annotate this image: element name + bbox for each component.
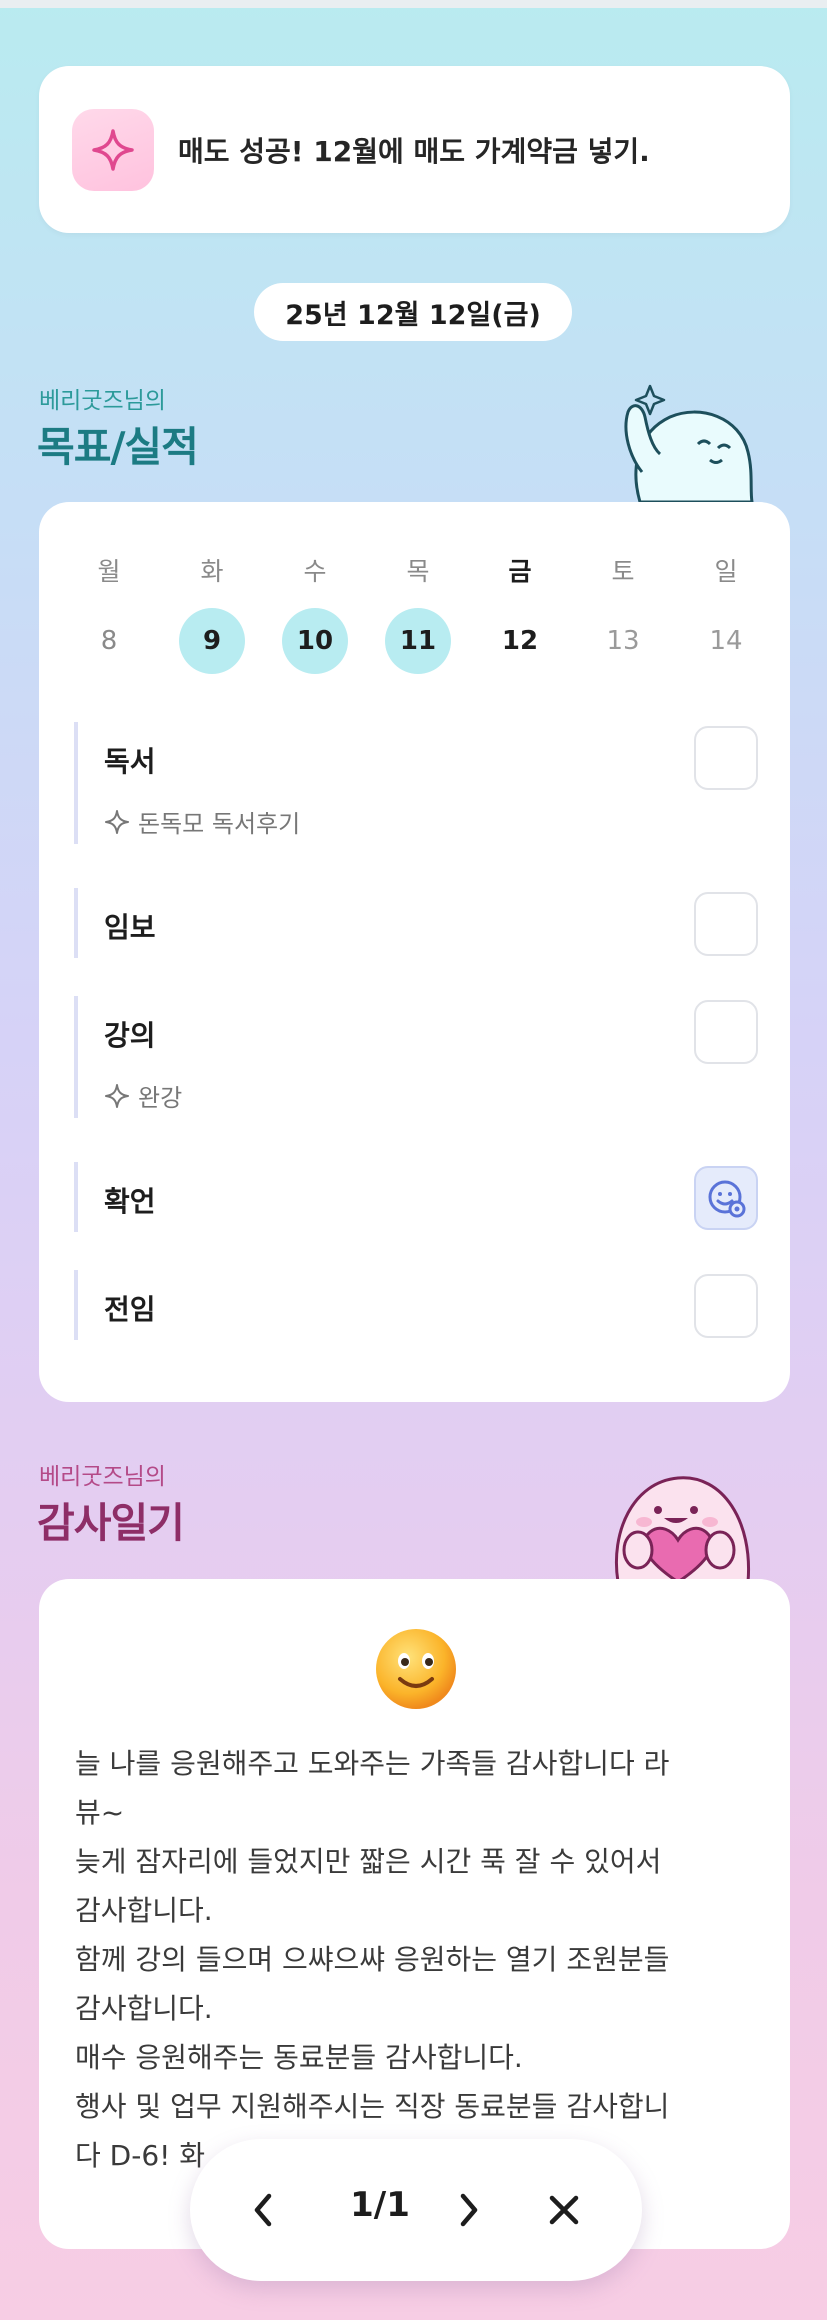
goal-item-lecture: 강의 완강 xyxy=(74,996,758,1118)
close-icon[interactable] xyxy=(538,2184,590,2236)
day-name-today: 금 xyxy=(508,557,532,586)
goals-title: 목표/실적 xyxy=(37,423,199,471)
goal-checkbox[interactable] xyxy=(694,726,758,790)
day-name: 월 xyxy=(97,557,121,586)
gratitude-line: 행사 및 업무 지원해주시는 직장 동료분들 감사합니 xyxy=(75,2090,670,2123)
goal-checkbox[interactable] xyxy=(694,892,758,956)
goal-checkbox-checked[interactable] xyxy=(694,1166,758,1230)
gratitude-line: 늦게 잠자리에 들었지만 짧은 시간 푹 잘 수 있어서 xyxy=(75,1845,662,1878)
goal-banner[interactable]: 매도 성공! 12월에 매도 가계약금 넣기. xyxy=(39,66,790,233)
goal-note-text: 돈독모 독서후기 xyxy=(138,810,301,838)
smiling-face-emoji xyxy=(376,1629,456,1709)
gratitude-text: 늘 나를 응원해주고 도와주는 가족들 감사합니다 라 뷰~ 늦게 잠자리에 들… xyxy=(75,1739,765,2180)
day-number: 14 xyxy=(709,626,743,656)
date-pill[interactable]: 25년 12월 12일(금) xyxy=(254,283,572,341)
chevron-right-icon[interactable] xyxy=(442,2184,494,2236)
goal-note: 돈독모 독서후기 xyxy=(104,804,300,839)
smiley-face-icon xyxy=(708,1180,746,1218)
day-name: 목 xyxy=(406,557,430,586)
day-number-done: 10 xyxy=(282,608,348,674)
goal-label: 전임 xyxy=(104,1293,156,1326)
gratitude-line: 늘 나를 응원해주고 도와주는 가족들 감사합니다 라 xyxy=(75,1747,670,1780)
chevron-left-icon[interactable] xyxy=(238,2184,290,2236)
goal-item-jeonim: 전임 xyxy=(74,1270,758,1340)
day-name: 화 xyxy=(200,557,224,586)
day-number-today: 12 xyxy=(501,626,539,656)
goal-checkbox[interactable] xyxy=(694,1274,758,1338)
sparkle-outline-icon xyxy=(105,1083,129,1108)
goal-note-text: 완강 xyxy=(138,1084,183,1112)
day-number: 13 xyxy=(606,626,640,656)
goal-item-affirmation: 확언 xyxy=(74,1162,758,1232)
sparkle-outline-icon xyxy=(105,809,129,834)
gratitude-line: 감사합니다. xyxy=(75,1894,213,1927)
sparkle-icon xyxy=(72,108,154,191)
goal-label: 임보 xyxy=(104,911,156,944)
day-name: 토 xyxy=(611,557,635,586)
heart-mascot-icon xyxy=(614,1476,751,1582)
goal-note: 완강 xyxy=(104,1078,182,1113)
goal-label: 독서 xyxy=(104,745,156,778)
ghost-mascot-icon xyxy=(624,384,754,502)
goal-label: 확언 xyxy=(104,1185,156,1218)
page-count: 1/1 xyxy=(350,2185,410,2225)
goal-checkbox[interactable] xyxy=(694,1000,758,1064)
gratitude-subtitle: 베리굿즈님의 xyxy=(39,1464,166,1490)
gratitude-line: 매수 응원해주는 동료분들 감사합니다. xyxy=(75,2041,523,2074)
goals-subtitle: 베리굿즈님의 xyxy=(39,388,166,414)
pager-bar: 1/1 xyxy=(190,2139,642,2281)
gratitude-line: 뷰~ xyxy=(75,1796,125,1829)
day-name: 수 xyxy=(303,557,327,586)
gratitude-line: 함께 강의 들으며 으쌰으쌰 응원하는 열기 조원분들 xyxy=(75,1943,670,1976)
goal-item-imbo: 임보 xyxy=(74,888,758,958)
gratitude-line: 감사합니다. xyxy=(75,1992,213,2025)
goals-card: 월 8 화 9 수 10 목 11 금 12 토 13 일 14 독서 돈독모 … xyxy=(39,502,790,1402)
day-number-done: 11 xyxy=(385,608,451,674)
day-number: 8 xyxy=(100,626,118,656)
gratitude-title: 감사일기 xyxy=(37,1499,185,1547)
goal-label: 강의 xyxy=(104,1019,156,1052)
top-edge xyxy=(0,0,827,8)
day-number-done: 9 xyxy=(179,608,245,674)
banner-text: 매도 성공! 12월에 매도 가계약금 넣기. xyxy=(178,134,650,168)
goal-item-reading: 독서 돈독모 독서후기 xyxy=(74,722,758,844)
day-name: 일 xyxy=(714,557,738,586)
